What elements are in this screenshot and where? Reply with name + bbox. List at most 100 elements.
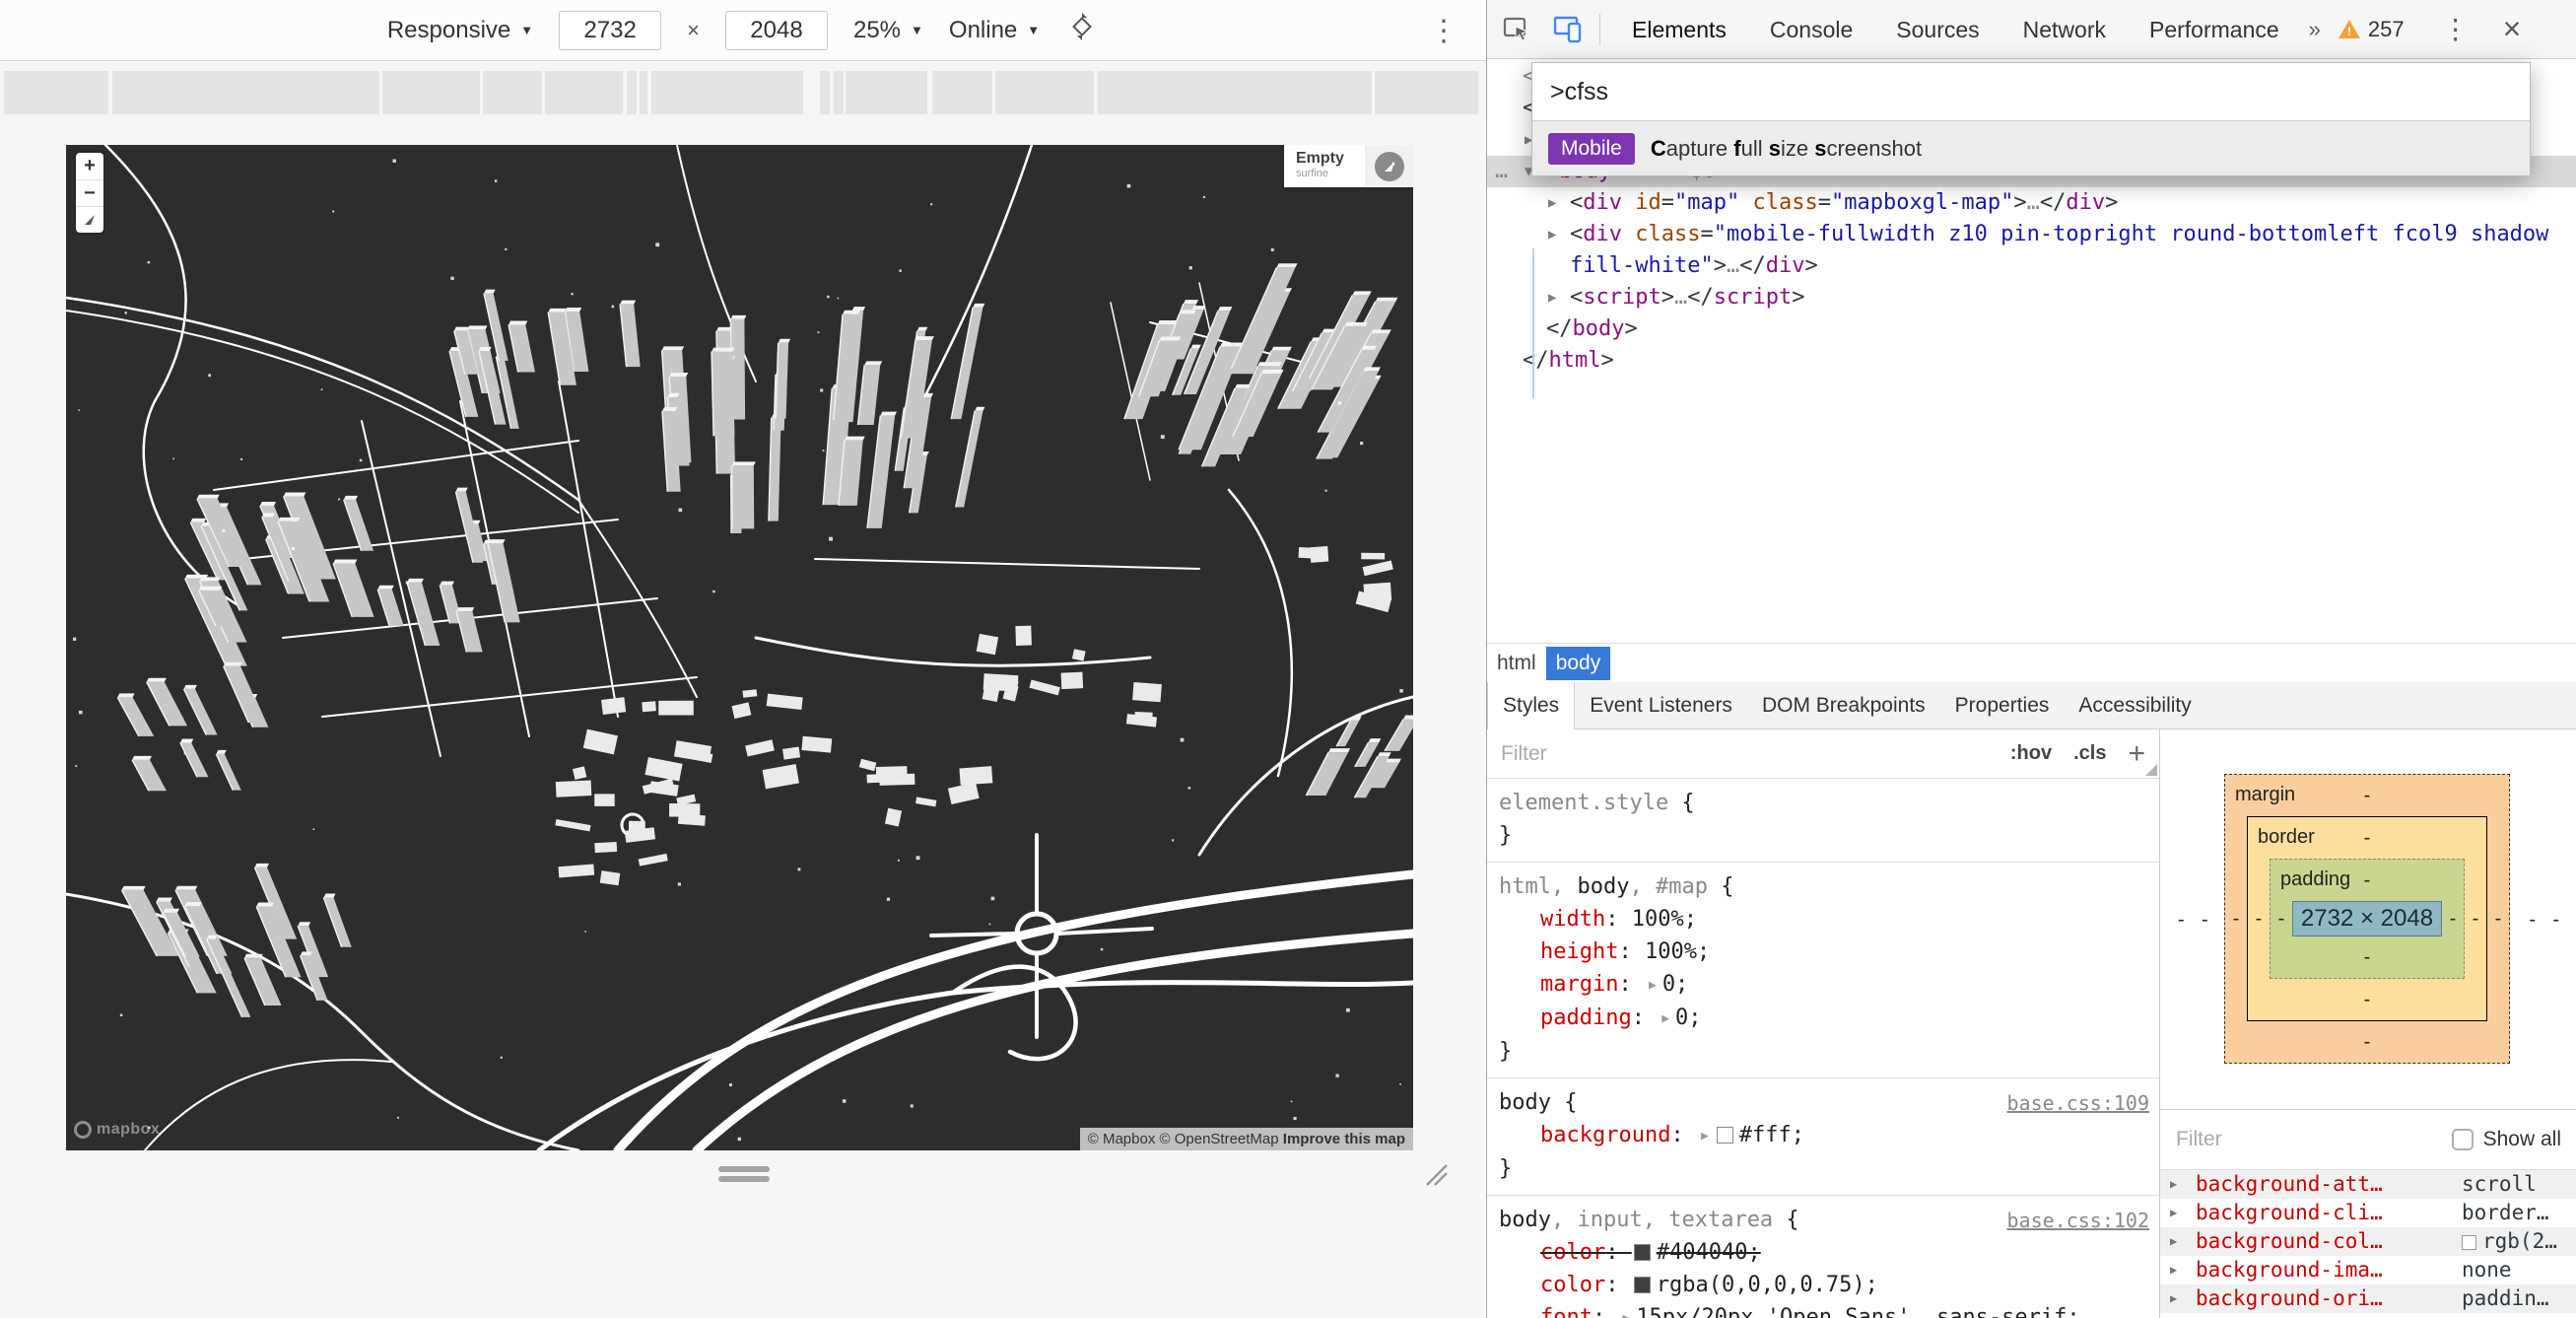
- media-query-segment[interactable]: [1375, 71, 1478, 114]
- sidebar-tab-properties[interactable]: Properties: [1940, 682, 2065, 728]
- viewport-resize-handle[interactable]: [718, 1166, 770, 1182]
- media-query-segment[interactable]: [627, 71, 637, 114]
- css-declaration[interactable]: color: #404040;: [1499, 1236, 2149, 1269]
- media-query-segment[interactable]: [846, 71, 927, 114]
- pane-resize-nub[interactable]: [2145, 764, 2157, 776]
- position-left-value2[interactable]: -: [2202, 909, 2208, 932]
- viewport-corner-resize-grip[interactable]: [1421, 1159, 1449, 1187]
- media-query-segment[interactable]: [4, 71, 108, 114]
- media-query-bar[interactable]: [0, 61, 1486, 120]
- dom-tree-row[interactable]: ▶ <script>…</script>: [1487, 282, 2576, 313]
- toggle-device-toolbar-icon[interactable]: [1546, 8, 1590, 51]
- map-style-switcher[interactable]: Empty surfine: [1284, 145, 1413, 187]
- device-toolbar-options-icon[interactable]: ⋮: [1429, 14, 1458, 48]
- dom-tree-row[interactable]: ▶ <div class="mobile-fullwidth z10 pin-to…: [1487, 219, 2576, 282]
- dom-tree-row[interactable]: ▶ <div id="map" class="mapboxgl-map">…</d…: [1487, 187, 2576, 219]
- breadcrumb-body[interactable]: body: [1545, 646, 1611, 680]
- css-declaration[interactable]: padding: ▶ 0;: [1499, 1002, 2149, 1035]
- border-bottom-value[interactable]: -: [2270, 979, 2465, 1020]
- stylesheet-link[interactable]: base.css:109: [2007, 1087, 2150, 1120]
- media-query-segment[interactable]: [834, 71, 844, 114]
- viewport-width-input[interactable]: [559, 10, 662, 50]
- padding-right-value[interactable]: -: [2442, 901, 2464, 936]
- breadcrumb-html[interactable]: html: [1487, 647, 1546, 680]
- dom-expand-arrow-icon[interactable]: ▶: [1548, 187, 1556, 219]
- devtools-menu-icon[interactable]: ⋮: [2424, 13, 2487, 45]
- expand-property-icon[interactable]: ▶: [2170, 1170, 2177, 1199]
- dom-tree-row[interactable]: </html>: [1487, 345, 2576, 377]
- css-rule[interactable]: base.css:109 body {background: ▶ #fff;}: [1487, 1078, 2159, 1196]
- css-declaration[interactable]: height: 100%;: [1499, 936, 2149, 968]
- css-rule[interactable]: html, body, #map {width: 100%; height: 10…: [1487, 863, 2159, 1078]
- inspect-element-icon[interactable]: [1495, 8, 1538, 51]
- dom-row-overflow-dots[interactable]: …: [1495, 156, 1510, 187]
- media-query-segment[interactable]: [382, 71, 480, 114]
- stylesheet-link[interactable]: base.css:102: [2007, 1205, 2150, 1237]
- css-declaration[interactable]: font: ▶15px/20px 'Open Sans', sans-serif…: [1499, 1301, 2149, 1318]
- color-swatch[interactable]: [1633, 1277, 1651, 1293]
- improve-map-link[interactable]: Improve this map: [1283, 1131, 1405, 1147]
- css-rule[interactable]: base.css:102 body, input, textarea {color…: [1487, 1196, 2159, 1318]
- dom-expand-arrow-icon[interactable]: ▶: [1548, 219, 1556, 250]
- sidebar-tab-accessibility[interactable]: Accessibility: [2064, 682, 2205, 728]
- box-model-margin[interactable]: margin - - - - border - - - - padding -: [2224, 774, 2510, 1064]
- computed-filter-input[interactable]: Filter: [2176, 1128, 2452, 1151]
- emulated-page-map[interactable]: + − Empty surfine mapbox © Mapbox © Open…: [66, 145, 1413, 1150]
- viewport-height-input[interactable]: [724, 10, 828, 50]
- media-query-segment[interactable]: [1098, 71, 1372, 114]
- devtools-tab-console[interactable]: Console: [1748, 1, 1874, 58]
- margin-left-value[interactable]: -: [2225, 816, 2247, 1021]
- zoom-select[interactable]: 25% ▼: [853, 17, 923, 44]
- console-warnings-badge[interactable]: ! 257: [2329, 17, 2414, 42]
- box-model-border[interactable]: border - - - - padding - - - - 2732 × 20…: [2247, 816, 2487, 1021]
- margin-right-value[interactable]: -: [2487, 816, 2509, 1021]
- media-query-segment[interactable]: [640, 71, 647, 114]
- expand-property-icon[interactable]: ▶: [2170, 1256, 2177, 1284]
- computed-property-row[interactable]: ▶ background-att… scroll: [2160, 1170, 2576, 1199]
- devtools-close-icon[interactable]: ×: [2487, 11, 2538, 47]
- computed-property-row[interactable]: ▶ background-ima… none: [2160, 1256, 2576, 1284]
- border-right-value[interactable]: -: [2465, 859, 2486, 979]
- expand-shorthand-icon[interactable]: ▶: [1649, 969, 1657, 1002]
- show-all-checkbox[interactable]: [2451, 1129, 2474, 1150]
- sidebar-tab-event-listeners[interactable]: Event Listeners: [1575, 682, 1747, 728]
- mapbox-logo[interactable]: mapbox: [74, 1121, 160, 1139]
- toggle-classes-button[interactable]: .cls: [2073, 742, 2106, 765]
- computed-property-row[interactable]: ▶ background-cli… border…: [2160, 1199, 2576, 1227]
- expand-shorthand-icon[interactable]: ▶: [1701, 1120, 1709, 1152]
- devtools-tab-performance[interactable]: Performance: [2128, 1, 2301, 58]
- css-rule[interactable]: element.style {}: [1487, 779, 2159, 863]
- css-declaration[interactable]: background: ▶ #fff;: [1499, 1119, 2149, 1152]
- styles-filter-input[interactable]: Filter: [1501, 742, 1989, 766]
- media-query-segment[interactable]: [483, 71, 542, 114]
- device-type-select[interactable]: Responsive ▼: [387, 17, 533, 44]
- color-swatch[interactable]: [1716, 1127, 1733, 1144]
- map-zoom-in-button[interactable]: +: [76, 153, 103, 179]
- css-declaration[interactable]: margin: ▶ 0;: [1499, 968, 2149, 1002]
- command-palette-input[interactable]: >cfss: [1532, 63, 2530, 121]
- media-query-segment[interactable]: [932, 71, 992, 114]
- media-query-segment[interactable]: [112, 71, 379, 114]
- css-declaration[interactable]: color: rgba(0,0,0,0.75);: [1499, 1269, 2149, 1301]
- media-query-segment[interactable]: [995, 71, 1094, 114]
- color-swatch[interactable]: [1633, 1244, 1651, 1261]
- position-left-value[interactable]: -: [2178, 909, 2185, 932]
- media-query-segment[interactable]: [820, 71, 830, 114]
- devtools-tab-sources[interactable]: Sources: [1874, 1, 2000, 58]
- map-locate-button[interactable]: [1365, 145, 1413, 187]
- position-right-value[interactable]: -: [2552, 909, 2559, 932]
- padding-left-value[interactable]: -: [2271, 901, 2292, 936]
- sidebar-tab-styles[interactable]: Styles: [1487, 682, 1576, 729]
- devtools-tab-elements[interactable]: Elements: [1610, 1, 1748, 58]
- box-model-content-size[interactable]: 2732 × 2048: [2292, 901, 2442, 936]
- expand-shorthand-icon[interactable]: ▶: [1622, 1302, 1630, 1318]
- computed-property-row[interactable]: ▶ background-col… rgb(2…: [2160, 1227, 2576, 1256]
- expand-property-icon[interactable]: ▶: [2170, 1227, 2177, 1256]
- rotate-viewport-icon[interactable]: [1065, 10, 1099, 50]
- network-throttle-select[interactable]: Online ▼: [949, 17, 1040, 44]
- dom-expand-arrow-icon[interactable]: ▶: [1548, 282, 1556, 313]
- box-model-padding[interactable]: padding - - - - 2732 × 2048: [2270, 859, 2465, 979]
- new-style-rule-button[interactable]: +: [2128, 738, 2145, 768]
- sidebar-tab-dom-breakpoints[interactable]: DOM Breakpoints: [1747, 682, 1940, 728]
- map-compass-button[interactable]: [76, 206, 103, 233]
